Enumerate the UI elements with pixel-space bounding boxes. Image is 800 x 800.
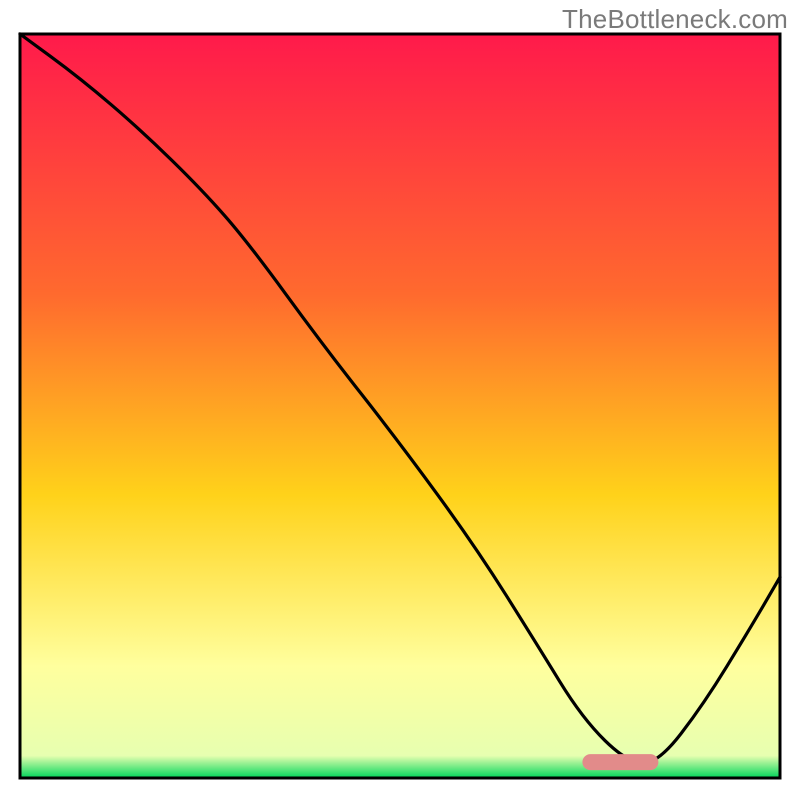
optimum-marker [582, 754, 658, 770]
bottleneck-chart [0, 0, 800, 800]
plot-background [20, 34, 780, 778]
